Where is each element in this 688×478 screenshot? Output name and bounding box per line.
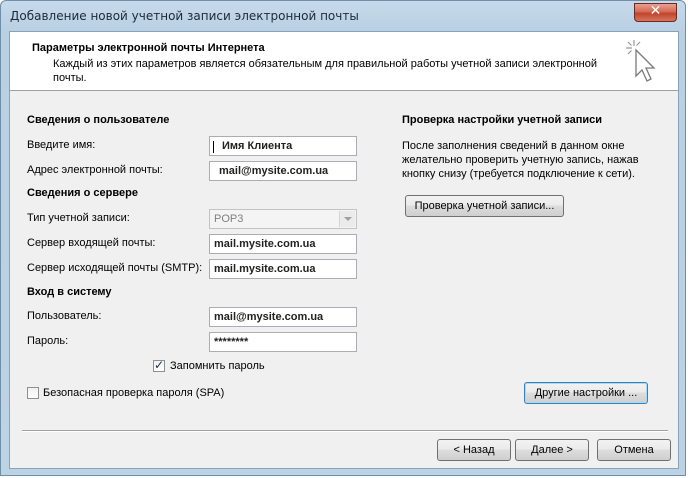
- header-description: Каждый из этих параметров является обяза…: [53, 58, 598, 84]
- header-title: Параметры электронной почты Интернета: [32, 42, 265, 54]
- name-value: Имя Клиента: [222, 140, 293, 152]
- cursor-click-icon: [626, 40, 656, 82]
- username-value: mail@mysite.com.ua: [214, 311, 324, 323]
- more-settings-button[interactable]: Другие настройки ...: [524, 382, 648, 404]
- outgoing-server-label: Сервер исходящей почты (SMTP):: [27, 262, 203, 274]
- spa-label[interactable]: Безопасная проверка пароля (SPA): [43, 387, 224, 399]
- remember-password-checkbox[interactable]: [153, 358, 165, 372]
- close-button[interactable]: ✕: [634, 3, 677, 22]
- test-section-title: Проверка настройки учетной записи: [402, 114, 603, 126]
- username-label: Пользователь:: [27, 310, 102, 322]
- dialog-client-area: Параметры электронной почты Интернета Ка…: [9, 31, 679, 469]
- dialog-window: Добавление новой учетной записи электрон…: [0, 0, 686, 476]
- test-description: После заполнения сведений в данном окне …: [402, 140, 639, 180]
- email-input[interactable]: mail@mysite.com.ua: [209, 161, 357, 181]
- password-label: Пароль:: [27, 335, 69, 347]
- password-value: ********: [214, 336, 249, 348]
- wizard-body: Сведения о пользователе Введите имя: Имя…: [10, 91, 678, 411]
- next-button[interactable]: Далее >: [515, 439, 589, 461]
- incoming-server-value: mail.mysite.com.ua: [214, 238, 316, 250]
- back-button[interactable]: < Назад: [437, 439, 511, 461]
- account-type-value: POP3: [214, 213, 244, 225]
- email-value: mail@mysite.com.ua: [219, 165, 329, 177]
- outgoing-server-input[interactable]: mail.mysite.com.ua: [209, 259, 357, 279]
- window-title: Добавление новой учетной записи электрон…: [10, 9, 359, 23]
- account-type-dropdown[interactable]: POP3: [209, 209, 357, 229]
- title-bar[interactable]: Добавление новой учетной записи электрон…: [1, 1, 685, 29]
- logon-section-title: Вход в систему: [27, 286, 112, 298]
- username-input[interactable]: mail@mysite.com.ua: [209, 307, 357, 327]
- text-caret: [213, 141, 214, 153]
- spa-checkbox[interactable]: [27, 387, 39, 399]
- incoming-server-input[interactable]: mail.mysite.com.ua: [209, 234, 357, 254]
- account-type-label: Тип учетной записи:: [27, 212, 130, 224]
- chevron-down-icon: [339, 211, 355, 227]
- user-info-section-title: Сведения о пользователе: [27, 114, 170, 126]
- email-label: Адрес электронной почты:: [27, 164, 163, 176]
- test-account-button[interactable]: Проверка учетной записи...: [405, 195, 564, 217]
- name-input[interactable]: Имя Клиента: [209, 136, 357, 156]
- server-info-section-title: Сведения о сервере: [27, 187, 138, 199]
- close-icon: ✕: [649, 3, 662, 19]
- password-input[interactable]: ********: [209, 332, 357, 352]
- cancel-button[interactable]: Отмена: [597, 439, 671, 461]
- outgoing-server-value: mail.mysite.com.ua: [214, 263, 316, 275]
- footer-divider: [22, 430, 668, 432]
- remember-password-label[interactable]: Запомнить пароль: [170, 360, 265, 372]
- name-label: Введите имя:: [27, 139, 96, 151]
- wizard-header: Параметры электронной почты Интернета Ка…: [10, 32, 678, 91]
- incoming-server-label: Сервер входящей почты:: [27, 237, 156, 249]
